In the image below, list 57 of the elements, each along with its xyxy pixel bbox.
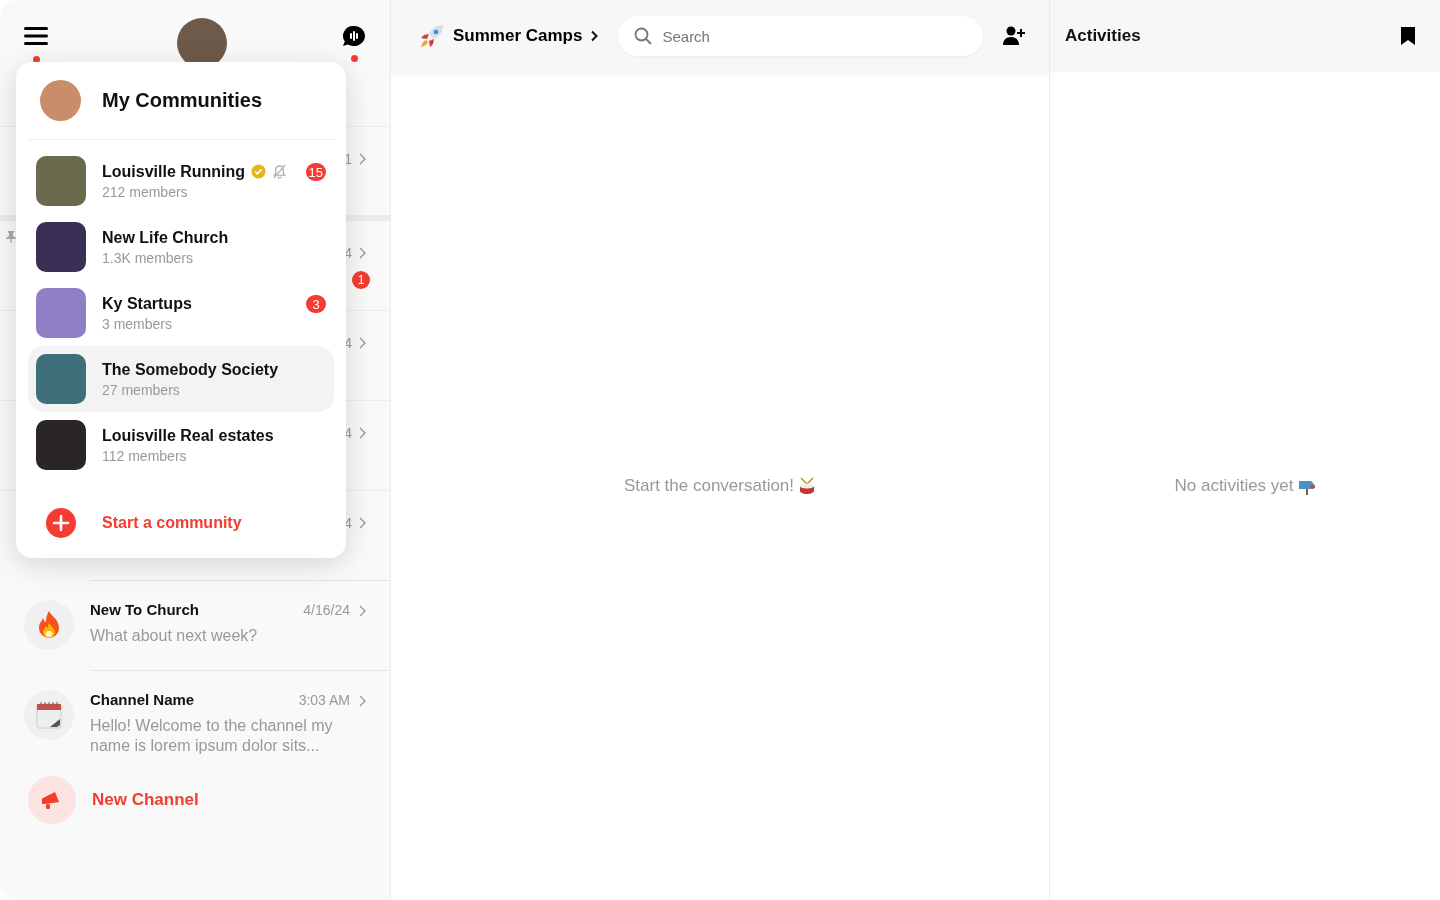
- community-item[interactable]: The Somebody Society 27 members: [28, 346, 334, 412]
- member-count: 212 members: [102, 183, 189, 200]
- community-name: Ky Startups: [102, 294, 192, 313]
- photo-placeholder: [36, 156, 86, 206]
- start-community-button[interactable]: Start a community: [28, 498, 334, 548]
- channel-row[interactable]: New To Church 4/16/24 What about next week?: [0, 580, 390, 670]
- member-count: 1.3K members: [102, 249, 195, 266]
- plus-circle-icon: [46, 508, 76, 538]
- empty-state-text: No activities yet: [1174, 476, 1294, 496]
- calendar-icon: [36, 701, 62, 729]
- chevron-right-icon: [358, 517, 366, 529]
- empty-state-text: Start the conversation!: [623, 476, 795, 496]
- chevron-right-icon: [358, 247, 366, 259]
- community-item[interactable]: Louisville Running 212 members 15: [28, 148, 334, 214]
- add-user-icon[interactable]: [1003, 26, 1025, 46]
- unread-badge: 15: [305, 163, 326, 181]
- channel-name: New To Church: [90, 601, 200, 618]
- search-field[interactable]: Search: [618, 16, 983, 56]
- community-name: Louisville Real estates: [102, 426, 274, 445]
- chevron-right-icon: [358, 694, 366, 707]
- community-name: The Somebody Society: [102, 360, 279, 379]
- chevron-right-icon: [358, 153, 366, 165]
- channel-time: 4/16/24: [303, 601, 350, 618]
- flame-icon: [38, 611, 60, 639]
- menu-title: My Communities: [102, 89, 263, 112]
- community-item[interactable]: Ky Startups 3 members 3: [28, 280, 334, 346]
- channel-message: What about next week?: [90, 626, 259, 646]
- unread-badge: 1: [352, 271, 370, 289]
- member-count: 27 members: [102, 381, 181, 398]
- channel-time: 3:03 AM: [298, 691, 350, 708]
- photo-placeholder: [36, 354, 86, 404]
- community-name: New Life Church: [102, 228, 229, 247]
- photo-placeholder: [36, 420, 86, 470]
- community-item[interactable]: New Life Church 1.3K members: [28, 214, 334, 280]
- menu-icon[interactable]: [24, 26, 48, 46]
- chevron-right-icon: [590, 30, 599, 42]
- photo-placeholder: [36, 222, 86, 272]
- channel-title-button[interactable]: Summer Camps: [419, 23, 599, 49]
- community-item[interactable]: Louisville Real estates 112 members: [28, 412, 334, 478]
- channel-message: Hello! Welcome to the channel my name is lorem ipsum dolor sits...: [90, 716, 334, 756]
- panel-title: Activities: [1065, 26, 1141, 46]
- photo-placeholder: [36, 288, 86, 338]
- chevron-right-icon: [358, 427, 366, 439]
- drum-icon: [798, 477, 817, 495]
- chat-bubble-icon[interactable]: [342, 25, 366, 47]
- new-channel-button[interactable]: New Channel: [0, 760, 390, 840]
- bookmark-icon[interactable]: [1400, 26, 1416, 46]
- chevron-right-icon: [358, 604, 366, 617]
- member-count: 3 members: [102, 315, 174, 332]
- channel-name: Channel Name: [90, 691, 196, 708]
- unread-badge: 3: [306, 295, 326, 313]
- chevron-right-icon: [358, 337, 366, 349]
- channel-row[interactable]: Channel Name 3:03 AM Hello! Welcome to the channel my name is lorem ipsum dolor sits...: [0, 670, 390, 760]
- rocket-icon: [419, 23, 445, 49]
- member-count: 112 members: [102, 447, 188, 464]
- user-avatar[interactable]: [40, 80, 81, 121]
- community-name: Louisville Running: [102, 162, 246, 181]
